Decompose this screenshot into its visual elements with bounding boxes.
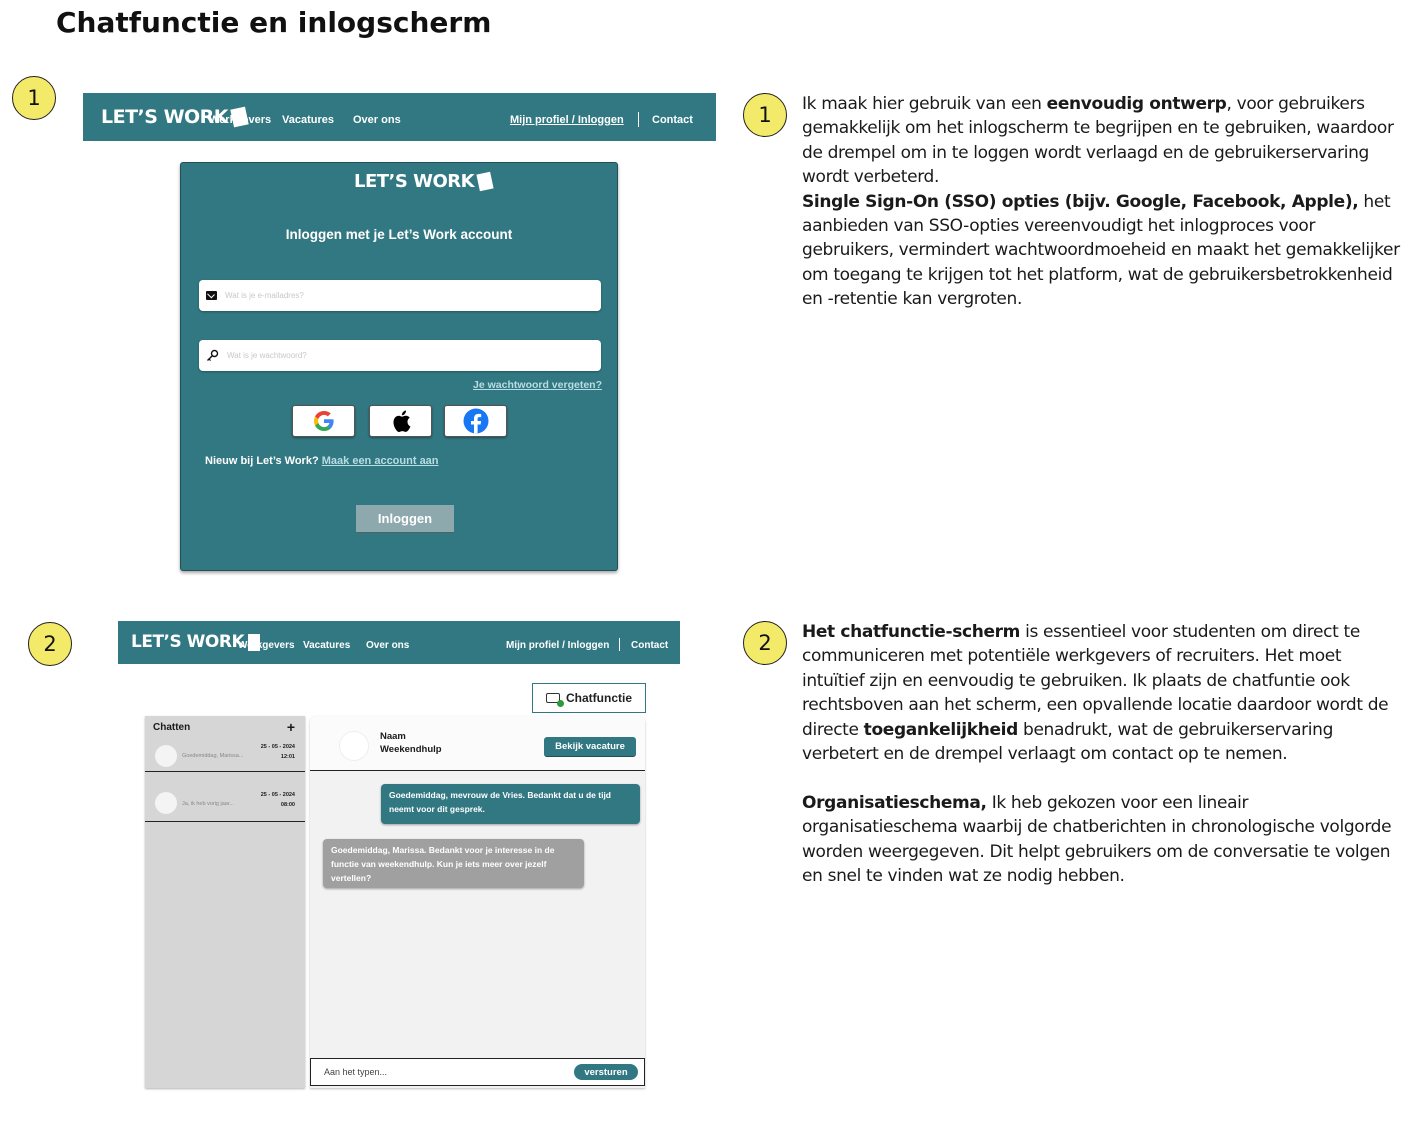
contact-avatar (339, 731, 369, 761)
nav-profile-login[interactable]: Mijn profiel / Inloggen (506, 640, 609, 651)
chat-list-item[interactable]: Goedemiddag, Marissa... 25 - 05 - 2024 1… (145, 737, 305, 772)
email-input[interactable] (225, 291, 585, 300)
chatfunctie-label: Chatfunctie (566, 691, 632, 705)
logo-puzzle-icon (476, 171, 494, 192)
emphasis: Organisatieschema, (802, 792, 987, 813)
avatar (155, 792, 177, 814)
step-badge-1-description: 1 (743, 93, 787, 137)
apple-sso-button[interactable] (369, 405, 432, 437)
login-card-logo: LET’S WORK (354, 171, 494, 192)
key-icon (207, 349, 219, 362)
nav-vacatures[interactable]: Vacatures (303, 640, 350, 651)
description-1: Ik maak hier gebruik van een eenvoudig o… (802, 92, 1402, 312)
step-badge-2-description: 2 (743, 621, 787, 665)
password-field[interactable] (199, 340, 601, 371)
navbar-chat-screen: LET’S WORK Werkgevers Vacatures Over ons… (118, 621, 680, 664)
new-user-label: Nieuw bij Let’s Work? (205, 455, 319, 467)
emphasis: Het chatfunctie-scherm (802, 622, 1021, 642)
chat-list-item[interactable]: Ja, ik heb vorig jaar... 25 - 05 - 2024 … (145, 772, 305, 822)
contact-role: Weekendhulp (380, 744, 442, 755)
chat-date: 25 - 05 - 2024 (260, 744, 295, 750)
chat-timestamp: 25 - 05 - 2024 12:01 (261, 742, 295, 762)
contact-name: Naam (380, 731, 406, 742)
chat-list-title: Chatten (153, 722, 191, 733)
nav-contact[interactable]: Contact (652, 114, 693, 126)
facebook-icon (463, 408, 488, 434)
chat-list-panel: Chatten + Goedemiddag, Marissa... 25 - 0… (145, 716, 305, 1088)
new-user-text: Nieuw bij Let’s Work? Maak een account a… (205, 455, 439, 467)
create-account-link[interactable]: Maak een account aan (322, 455, 439, 467)
send-button[interactable]: versturen (574, 1064, 638, 1080)
login-card: LET’S WORK Inloggen met je Let’s Work ac… (180, 162, 618, 571)
view-vacancy-button[interactable]: Bekijk vacature (544, 737, 636, 757)
chat-icon (546, 693, 564, 707)
chat-time: 12:01 (280, 754, 295, 760)
description-1-paragraph-2: Single Sign-On (SSO) opties (bijv. Googl… (802, 190, 1402, 312)
message-incoming: Goedemiddag, Marissa. Bedankt voor je in… (323, 839, 584, 888)
logo-text: LET’S WORK (354, 171, 475, 192)
text: Ik maak hier gebruik van een (802, 94, 1047, 114)
chat-preview: Ja, ik heb vorig jaar... (182, 801, 234, 807)
nav-vacatures[interactable]: Vacatures (282, 114, 334, 126)
logo-text: LET’S WORK (131, 632, 245, 652)
add-chat-button[interactable]: + (287, 719, 295, 735)
message-input[interactable] (324, 1067, 564, 1077)
step-badge-1: 1 (12, 76, 56, 120)
avatar (155, 745, 177, 767)
login-button[interactable]: Inloggen (356, 505, 454, 533)
apple-icon (392, 410, 410, 432)
nav-over-ons[interactable]: Over ons (366, 640, 409, 651)
envelope-icon (206, 291, 217, 300)
description-2: Het chatfunctie-scherm is essentieel voo… (802, 620, 1402, 888)
navbar-login-screen: LET’S WORK Werkgevers Vacatures Over ons… (83, 93, 716, 141)
contact-info: Naam Weekendhulp (380, 730, 442, 756)
message-outgoing: Goedemiddag, mevrouw de Vries. Bedankt d… (381, 784, 640, 824)
chat-preview: Goedemiddag, Marissa... (182, 753, 244, 759)
chat-timestamp: 25 - 05 - 2024 08:00 (261, 790, 295, 810)
description-1-paragraph-1: Ik maak hier gebruik van een eenvoudig o… (802, 92, 1402, 190)
nav-profile-login[interactable]: Mijn profiel / Inloggen (510, 114, 624, 126)
chat-time: 08:00 (280, 802, 295, 808)
message-input-bar: versturen (310, 1058, 645, 1086)
nav-separator (619, 638, 620, 651)
nav-separator (638, 112, 639, 127)
google-icon (313, 411, 334, 431)
description-2-paragraph-2: Organisatieschema, Ik heb gekozen voor e… (802, 791, 1402, 889)
google-sso-button[interactable] (292, 405, 355, 437)
description-2-paragraph-1: Het chatfunctie-scherm is essentieel voo… (802, 620, 1402, 766)
facebook-sso-button[interactable] (444, 405, 507, 437)
emphasis: eenvoudig ontwerp (1046, 94, 1227, 114)
email-field[interactable] (199, 280, 601, 311)
login-heading: Inloggen met je Let’s Work account (285, 227, 513, 242)
nav-over-ons[interactable]: Over ons (353, 114, 401, 126)
chatfunctie-button[interactable]: Chatfunctie (532, 683, 646, 713)
emphasis: Single Sign-On (SSO) opties (bijv. Googl… (802, 191, 1359, 212)
nav-contact[interactable]: Contact (631, 640, 668, 651)
password-input[interactable] (227, 351, 587, 360)
step-badge-2: 2 (28, 622, 72, 666)
emphasis: toegankelijkheid (863, 719, 1019, 740)
page-title: Chatfunctie en inlogscherm (56, 6, 492, 39)
nav-werkgevers[interactable]: Werkgevers (209, 114, 271, 126)
forgot-password-link[interactable]: Je wachtwoord vergeten? (473, 379, 602, 391)
chat-date: 25 - 05 - 2024 (260, 792, 295, 798)
chat-conversation-panel: Naam Weekendhulp Bekijk vacature Goedemi… (310, 716, 645, 1088)
nav-werkgevers[interactable]: Werkgevers (238, 640, 295, 651)
chat-header: Naam Weekendhulp Bekijk vacature (310, 716, 645, 771)
